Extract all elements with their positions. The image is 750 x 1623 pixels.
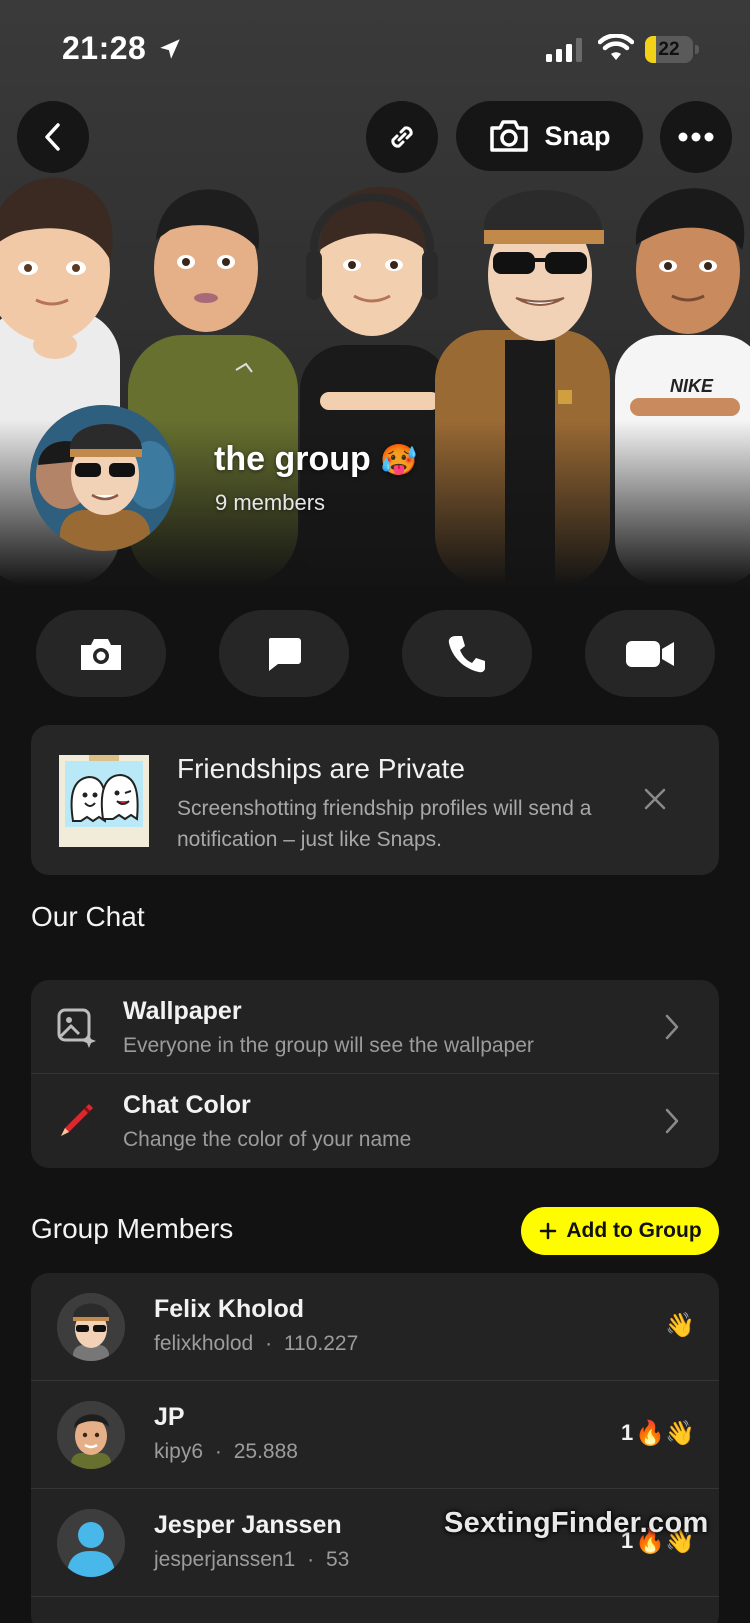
banner-body: Screenshotting friendship profiles will … — [177, 797, 592, 851]
chat-action-button[interactable] — [219, 610, 349, 697]
ghost-polaroid-image — [59, 755, 149, 847]
our-chat-heading: Our Chat — [31, 901, 145, 932]
group-members-heading: Group Members — [31, 1213, 234, 1244]
more-options-button[interactable] — [660, 101, 732, 173]
snap-score: 110.227 — [283, 1332, 359, 1355]
member-row[interactable]: Jesper Janssen jesperjanssen1 · 53 1 🔥👋 — [31, 1489, 719, 1596]
phone-icon — [448, 635, 485, 672]
group-name: the group 🥵 — [214, 440, 418, 478]
our-chat-card: Wallpaper Everyone in the group will see… — [31, 980, 719, 1168]
avatar — [57, 1509, 125, 1577]
status-bar: 21:28 22 — [0, 0, 750, 96]
member-name: Jesper Janssen — [154, 1511, 342, 1539]
banner-title: Friendships are Private — [177, 753, 465, 784]
wallpaper-subtitle: Everyone in the group will see the wallp… — [123, 1034, 534, 1057]
divider — [31, 1596, 719, 1597]
friend-emojis: 👋 — [665, 1311, 695, 1339]
call-action-button[interactable] — [402, 610, 532, 697]
member-username: jesperjanssen1 · 53 — [154, 1548, 350, 1571]
signal-icon — [546, 38, 582, 62]
wallpaper-row[interactable]: Wallpaper Everyone in the group will see… — [31, 980, 719, 1073]
member-name: Felix Kholod — [154, 1295, 304, 1323]
chat-color-subtitle: Change the color of your name — [123, 1128, 412, 1151]
friendships-private-banner: Friendships are Private Screenshotting f… — [31, 725, 719, 875]
chevron-right-icon — [665, 1108, 679, 1134]
friend-emojis: 🔥👋 — [635, 1419, 695, 1447]
add-to-group-button[interactable]: Add to Group — [521, 1207, 719, 1255]
member-count: 9 members — [215, 490, 326, 515]
back-button[interactable] — [17, 101, 89, 173]
svg-text:NIKE: NIKE — [670, 376, 714, 396]
snap-score: 25.888 — [233, 1440, 298, 1463]
camera-action-button[interactable] — [36, 610, 166, 697]
add-to-group-label: Add to Group — [566, 1219, 702, 1242]
location-arrow-icon — [160, 39, 180, 59]
group-emoji: 🥵 — [380, 443, 418, 478]
chat-color-title: Chat Color — [123, 1091, 251, 1119]
share-link-button[interactable] — [366, 101, 438, 173]
member-username: kipy6 · 25.888 — [154, 1440, 298, 1463]
camera-icon — [490, 120, 529, 152]
video-camera-icon — [626, 640, 674, 667]
video-call-action-button[interactable] — [585, 610, 715, 697]
group-avatar[interactable] — [30, 405, 176, 551]
member-username: felixkholod · 110.227 — [154, 1332, 359, 1355]
more-dots-icon — [678, 132, 714, 142]
member-badges: 1 🔥👋 — [621, 1419, 695, 1447]
member-name: JP — [154, 1403, 185, 1431]
chat-color-row[interactable]: Chat Color Change the color of your name — [31, 1074, 719, 1168]
snap-button[interactable]: Snap — [456, 101, 643, 171]
wallpaper-title: Wallpaper — [123, 997, 242, 1025]
snap-score: 53 — [325, 1548, 350, 1571]
camera-icon — [81, 638, 121, 670]
close-icon[interactable] — [641, 785, 669, 813]
member-row[interactable]: Felix Kholod felixkholod · 110.227 👋 — [31, 1273, 719, 1380]
chevron-left-icon — [45, 123, 60, 151]
plus-icon — [540, 1222, 557, 1240]
group-avatar-image — [30, 405, 176, 551]
member-row[interactable]: JP kipy6 · 25.888 1 🔥👋 — [31, 1381, 719, 1488]
status-time: 21:28 — [62, 30, 147, 66]
link-icon — [391, 126, 413, 148]
group-header: NIKE 21:28 22 Snap the group 🥵 9 members — [0, 0, 750, 585]
members-card: Felix Kholod felixkholod · 110.227 👋 JP … — [31, 1273, 719, 1623]
wifi-icon — [598, 34, 634, 60]
chevron-right-icon — [665, 1014, 679, 1040]
avatar — [57, 1293, 125, 1361]
watermark-text: SextingFinder.com — [444, 1507, 709, 1539]
crayon-icon — [61, 1104, 93, 1136]
wallpaper-icon — [57, 1008, 96, 1048]
streak-count: 1 — [620, 1420, 634, 1445]
chat-bubble-icon — [268, 637, 301, 671]
battery-icon: 22 — [645, 36, 699, 63]
snap-button-label: Snap — [544, 120, 611, 151]
avatar — [57, 1401, 125, 1469]
battery-level: 22 — [658, 39, 680, 60]
member-badges: 👋 — [663, 1311, 695, 1339]
